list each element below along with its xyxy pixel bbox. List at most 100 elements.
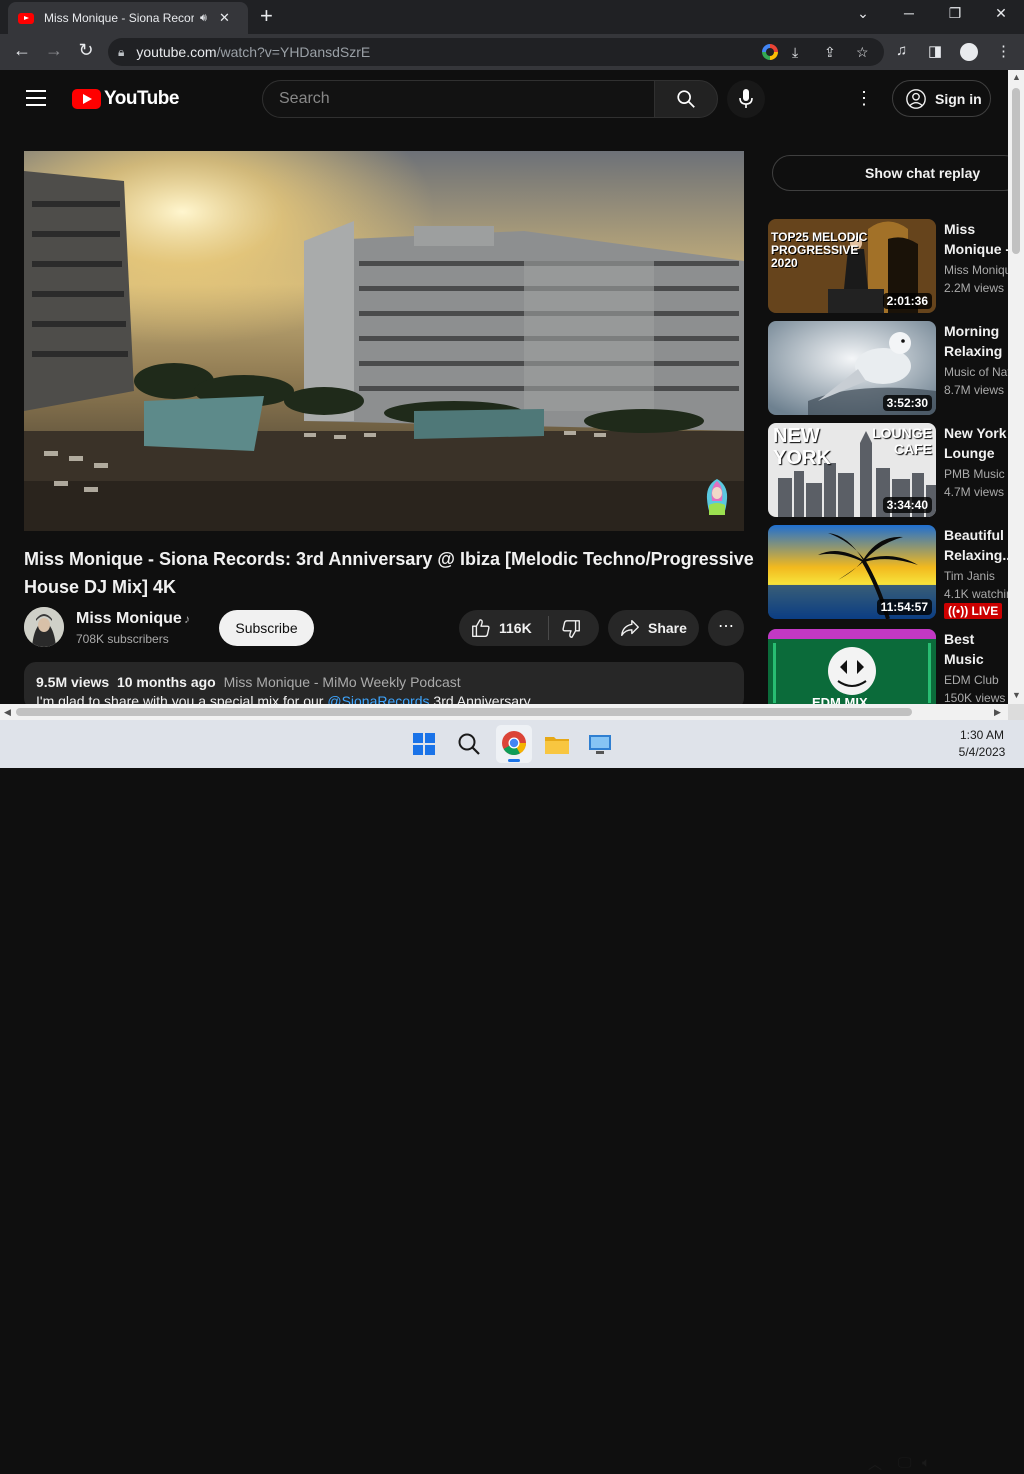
share-page-icon[interactable]: ⇪ (824, 44, 836, 61)
remote-desktop-icon[interactable] (586, 730, 614, 758)
volume-icon[interactable]: 🔈︎ (922, 1454, 930, 1471)
recommendation-title[interactable]: Morning Relaxing Music (944, 321, 1014, 361)
channel-avatar-image (24, 607, 64, 647)
horizontal-scroll-thumb[interactable] (16, 708, 912, 716)
recommendation-channel[interactable]: Tim Janis (944, 569, 1014, 583)
clock-time[interactable]: 1:30 AM (952, 728, 1012, 742)
lock-icon[interactable]: 🔒︎ (118, 45, 124, 60)
recommendation-title[interactable]: Best Music 2023 🎧 (944, 629, 1008, 669)
vertical-scroll-thumb[interactable] (1012, 88, 1020, 254)
browser-tab[interactable]: Miss Monique - Siona Records 🔊︎ ✕ (8, 2, 248, 34)
channel-watermark[interactable] (704, 477, 730, 517)
show-hidden-icons-icon[interactable]: ︿ (868, 1454, 882, 1474)
restore-icon[interactable]: ❐ (940, 5, 970, 22)
like-button[interactable]: 116K (459, 610, 599, 646)
chrome-menu-icon[interactable]: ⋮ (996, 42, 1011, 60)
hamburger-menu-icon[interactable] (26, 90, 46, 106)
scroll-right-icon[interactable]: ▶ (994, 707, 1001, 718)
video-thumbnail[interactable]: EDM MIX (768, 629, 936, 704)
video-thumbnail[interactable]: NEW YORK LOUNGE CAFE 3:34:40 (768, 423, 936, 517)
recommendation-title[interactable]: Beautiful Relaxing... (944, 525, 1014, 565)
subscriber-count: 708K subscribers (76, 632, 169, 646)
url-text[interactable]: youtube.com/watch?v=YHDansdSzrE (136, 44, 370, 60)
search-box[interactable] (262, 80, 655, 118)
video-frame (24, 151, 744, 531)
network-icon[interactable]: 🖵︎ (898, 1454, 912, 1471)
video-player[interactable] (24, 151, 744, 531)
video-thumbnail[interactable]: 3:52:30 (768, 321, 936, 415)
recommendation-channel[interactable]: Music of Nature (944, 365, 1014, 379)
close-window-icon[interactable]: ✕ (986, 5, 1016, 22)
recommendation-channel[interactable]: Miss Monique (944, 263, 1014, 277)
thumbs-up-icon (472, 619, 490, 637)
signin-label: Sign in (935, 90, 982, 107)
vertical-scrollbar[interactable]: ▲ ▼ (1008, 70, 1024, 704)
search-button[interactable] (654, 80, 718, 118)
bookmark-star-icon[interactable]: ☆ (856, 44, 869, 61)
podcast-link[interactable]: Miss Monique - MiMo Weekly Podcast (224, 674, 461, 690)
thumbnail-text: TOP25 MELODIC PROGRESSIVE 2020 (771, 230, 868, 270)
video-duration: 3:52:30 (882, 395, 932, 411)
scroll-up-icon[interactable]: ▲ (1012, 72, 1021, 82)
channel-avatar[interactable] (24, 607, 64, 647)
voice-search-button[interactable] (727, 80, 765, 118)
horizontal-scrollbar[interactable]: ◀ ▶ (0, 704, 1008, 720)
scroll-left-icon[interactable]: ◀ (4, 707, 11, 718)
file-explorer-icon[interactable] (543, 730, 571, 758)
google-lens-icon[interactable] (762, 44, 778, 60)
tab-search-icon[interactable]: ⌄ (848, 5, 878, 22)
address-bar[interactable]: 🔒︎ youtube.com/watch?v=YHDansdSzrE ⤓ ⇪ ☆ (108, 38, 884, 66)
search-taskbar-icon[interactable] (455, 730, 483, 758)
recommendation-item[interactable]: EDM MIX Best Music 2023 🎧 EDM Club 150K … (768, 629, 1008, 704)
recommendation-channel[interactable]: PMB Music (944, 467, 1014, 481)
video-title: Miss Monique - Siona Records: 3rd Annive… (24, 549, 754, 597)
recommendation-views: 4.1K watching (944, 587, 1014, 601)
side-panel-icon[interactable]: ◨ (928, 42, 942, 60)
recommendation-item[interactable]: NEW YORK LOUNGE CAFE 3:34:40 New York Lo… (768, 423, 1008, 517)
more-actions-button[interactable]: ⋯ (708, 610, 744, 646)
recommendation-item[interactable]: TOP25 MELODIC PROGRESSIVE 2020 2:01:36 M… (768, 219, 1014, 313)
thumbs-down-icon[interactable] (560, 618, 582, 640)
install-icon[interactable]: ⤓ (792, 44, 798, 61)
scrollbar-corner (1008, 704, 1024, 720)
signin-button[interactable]: Sign in (892, 80, 991, 117)
recommendation-views: 2.2M views (944, 281, 1005, 295)
recommendation-item[interactable]: 11:54:57 Beautiful Relaxing... Tim Janis… (768, 525, 1014, 619)
recommendation-title[interactable]: New York Lounge Cafe (944, 423, 1014, 463)
subscribe-button[interactable]: Subscribe (219, 610, 314, 646)
recommendation-title[interactable]: Miss Monique - YearMix 2020 (944, 219, 1014, 259)
official-artist-music-icon: ♪ (184, 612, 190, 626)
youtube-logo[interactable]: YouTube (72, 88, 179, 110)
recommendation-item[interactable]: 3:52:30 Morning Relaxing Music Music of … (768, 321, 1014, 415)
new-tab-icon[interactable]: + (260, 4, 273, 28)
recommendation-views: 4.7M views (944, 485, 1005, 499)
close-tab-icon[interactable]: ✕ (219, 10, 230, 26)
share-button[interactable]: Share (608, 610, 699, 646)
forward-icon[interactable]: → (42, 40, 66, 61)
account-icon (906, 88, 926, 109)
live-badge: ((•)) LIVE (944, 603, 1003, 619)
reload-icon[interactable]: ↻ (74, 40, 98, 61)
profile-icon[interactable] (960, 43, 978, 61)
microphone-icon (739, 89, 753, 108)
media-controls-icon[interactable]: ♫ (896, 42, 907, 59)
search-input[interactable] (279, 90, 639, 108)
description-box[interactable]: 9.5M views 10 months ago Miss Monique - … (24, 662, 744, 710)
minimize-icon[interactable]: ─ (894, 5, 924, 21)
windows-start-icon[interactable] (410, 730, 438, 758)
chrome-taskbar-icon[interactable] (496, 725, 532, 763)
tab-title: Miss Monique - Siona Records (44, 11, 194, 25)
recommendation-channel[interactable]: EDM Club (944, 673, 1008, 687)
more-horizontal-icon: ⋯ (718, 618, 734, 635)
speaker-icon[interactable]: 🔊︎ (200, 12, 207, 25)
video-thumbnail[interactable]: 11:54:57 (768, 525, 936, 619)
channel-name[interactable]: Miss Monique (76, 610, 182, 628)
scroll-down-icon[interactable]: ▼ (1012, 690, 1021, 700)
like-divider (548, 616, 549, 640)
video-thumbnail[interactable]: TOP25 MELODIC PROGRESSIVE 2020 2:01:36 (768, 219, 936, 313)
youtube-play-icon (72, 89, 101, 109)
clock-date[interactable]: 5/4/2023 (952, 745, 1012, 759)
show-chat-replay-button[interactable]: Show chat replay (772, 155, 1022, 191)
settings-more-icon[interactable]: ⋮ (852, 88, 876, 112)
back-icon[interactable]: ← (10, 40, 34, 61)
